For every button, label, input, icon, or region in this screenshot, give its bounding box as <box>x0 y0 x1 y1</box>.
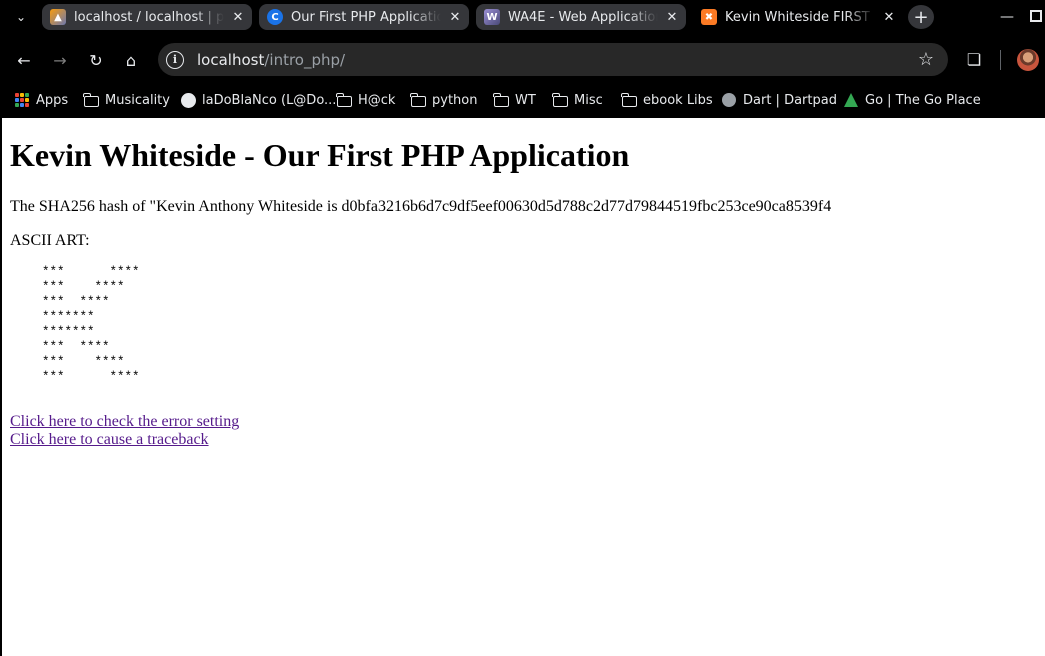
tab-title: Our First PHP Application <box>291 9 441 25</box>
tab-strip: ⌄ ▲ localhost / localhost | phpMyAdmin ✕… <box>0 0 1045 34</box>
phpmyadmin-icon: ▲ <box>50 9 66 25</box>
bookmark-label: WT <box>515 92 536 108</box>
new-tab-button[interactable]: + <box>908 5 934 29</box>
bookmark-python[interactable]: python <box>409 89 478 111</box>
links-block: Click here to check the error setting Cl… <box>10 413 239 449</box>
bookmark-apps[interactable]: Apps <box>14 89 68 111</box>
folder-icon <box>409 92 426 108</box>
bookmark-hack[interactable]: H@ck <box>335 89 396 111</box>
bookmark-musicality[interactable]: Musicality <box>82 89 170 111</box>
folder-icon <box>620 92 637 108</box>
bookmark-label: laDoBlaNco (L@Do... <box>202 92 337 108</box>
bookmark-label: Musicality <box>105 92 170 108</box>
bookmark-label: Apps <box>36 92 69 108</box>
bookmark-ebook-libs[interactable]: ebook Libs <box>620 89 713 111</box>
tab-first-php-application[interactable]: C Our First PHP Application ✕ <box>259 4 469 30</box>
wa4e-icon: W <box>484 9 500 25</box>
url-text[interactable]: localhost/intro_php/ <box>197 51 345 69</box>
home-icon[interactable]: ⌂ <box>119 48 143 72</box>
bookmark-label: H@ck <box>358 92 396 108</box>
address-bar[interactable]: i localhost/intro_php/ ☆ <box>158 43 948 76</box>
tab-title: WA4E - Web Applications for Everybody <box>508 9 658 25</box>
bookmark-dartpad[interactable]: Dart | Dartpad <box>721 89 837 111</box>
profile-avatar[interactable] <box>1017 49 1039 71</box>
bookmark-github[interactable]: laDoBlaNco (L@Do... <box>180 89 336 111</box>
c-icon: C <box>267 9 283 25</box>
extensions-puzzle-icon[interactable]: ❏ <box>964 49 984 69</box>
bookmark-misc[interactable]: Misc <box>551 89 603 111</box>
bookmark-label: python <box>432 92 478 108</box>
globe-icon <box>721 92 737 108</box>
folder-icon <box>492 92 509 108</box>
toolbar-divider <box>1000 50 1001 70</box>
tab-wa4e[interactable]: W WA4E - Web Applications for Everybody … <box>476 4 686 30</box>
bookmark-label: Dart | Dartpad <box>743 92 837 108</box>
apps-grid-icon <box>14 92 30 108</box>
back-arrow-icon[interactable]: ← <box>12 48 36 72</box>
reload-icon[interactable]: ↻ <box>84 48 108 72</box>
url-host: localhost <box>197 50 265 69</box>
forward-arrow-icon[interactable]: → <box>48 48 72 72</box>
close-tab-icon[interactable]: ✕ <box>664 9 680 25</box>
folder-icon <box>335 92 352 108</box>
tab-kevin-whiteside-first-php[interactable]: ✖ Kevin Whiteside FIRST PHP ✕ <box>693 4 903 30</box>
close-tab-icon[interactable]: ✕ <box>881 9 897 25</box>
bookmark-go-place[interactable]: Go | The Go Place <box>843 89 981 111</box>
tab-title: Kevin Whiteside FIRST PHP <box>725 9 875 25</box>
folder-icon <box>551 92 568 108</box>
github-icon <box>180 92 196 108</box>
error-setting-link[interactable]: Click here to check the error setting <box>10 413 239 431</box>
sha256-hash-text: The SHA256 hash of "Kevin Anthony Whites… <box>10 198 832 215</box>
bookmark-label: Misc <box>574 92 603 108</box>
maximize-icon[interactable] <box>1030 10 1042 22</box>
bookmarks-bar: Apps Musicality laDoBlaNco (L@Do... H@ck… <box>0 86 1045 116</box>
xampp-icon: ✖ <box>701 9 717 25</box>
url-path: /intro_php/ <box>264 50 346 69</box>
ascii-art-label: ASCII ART: <box>10 232 90 249</box>
bookmark-star-icon[interactable]: ☆ <box>918 49 934 70</box>
tab-search-icon[interactable]: ⌄ <box>10 6 32 28</box>
page-content: Kevin Whiteside - Our First PHP Applicat… <box>2 118 1045 656</box>
tab-title: localhost / localhost | phpMyAdmin <box>74 9 224 25</box>
close-tab-icon[interactable]: ✕ <box>230 9 246 25</box>
page-heading: Kevin Whiteside - Our First PHP Applicat… <box>10 137 630 173</box>
bookmark-wt[interactable]: WT <box>492 89 536 111</box>
site-info-icon[interactable]: i <box>166 50 184 69</box>
folder-icon <box>82 92 99 108</box>
close-tab-icon[interactable]: ✕ <box>447 9 463 25</box>
minimize-icon[interactable]: — <box>1000 8 1014 26</box>
browser-toolbar: ← → ↻ ⌂ i localhost/intro_php/ ☆ <box>0 34 1045 86</box>
tab-phpmyadmin[interactable]: ▲ localhost / localhost | phpMyAdmin ✕ <box>42 4 252 30</box>
traceback-link[interactable]: Click here to cause a traceback <box>10 431 239 449</box>
go-icon <box>843 92 859 108</box>
bookmark-label: Go | The Go Place <box>865 92 981 108</box>
bookmark-label: ebook Libs <box>643 92 713 108</box>
ascii-art-block: *** **** *** **** *** **** ******* *****… <box>42 265 140 384</box>
